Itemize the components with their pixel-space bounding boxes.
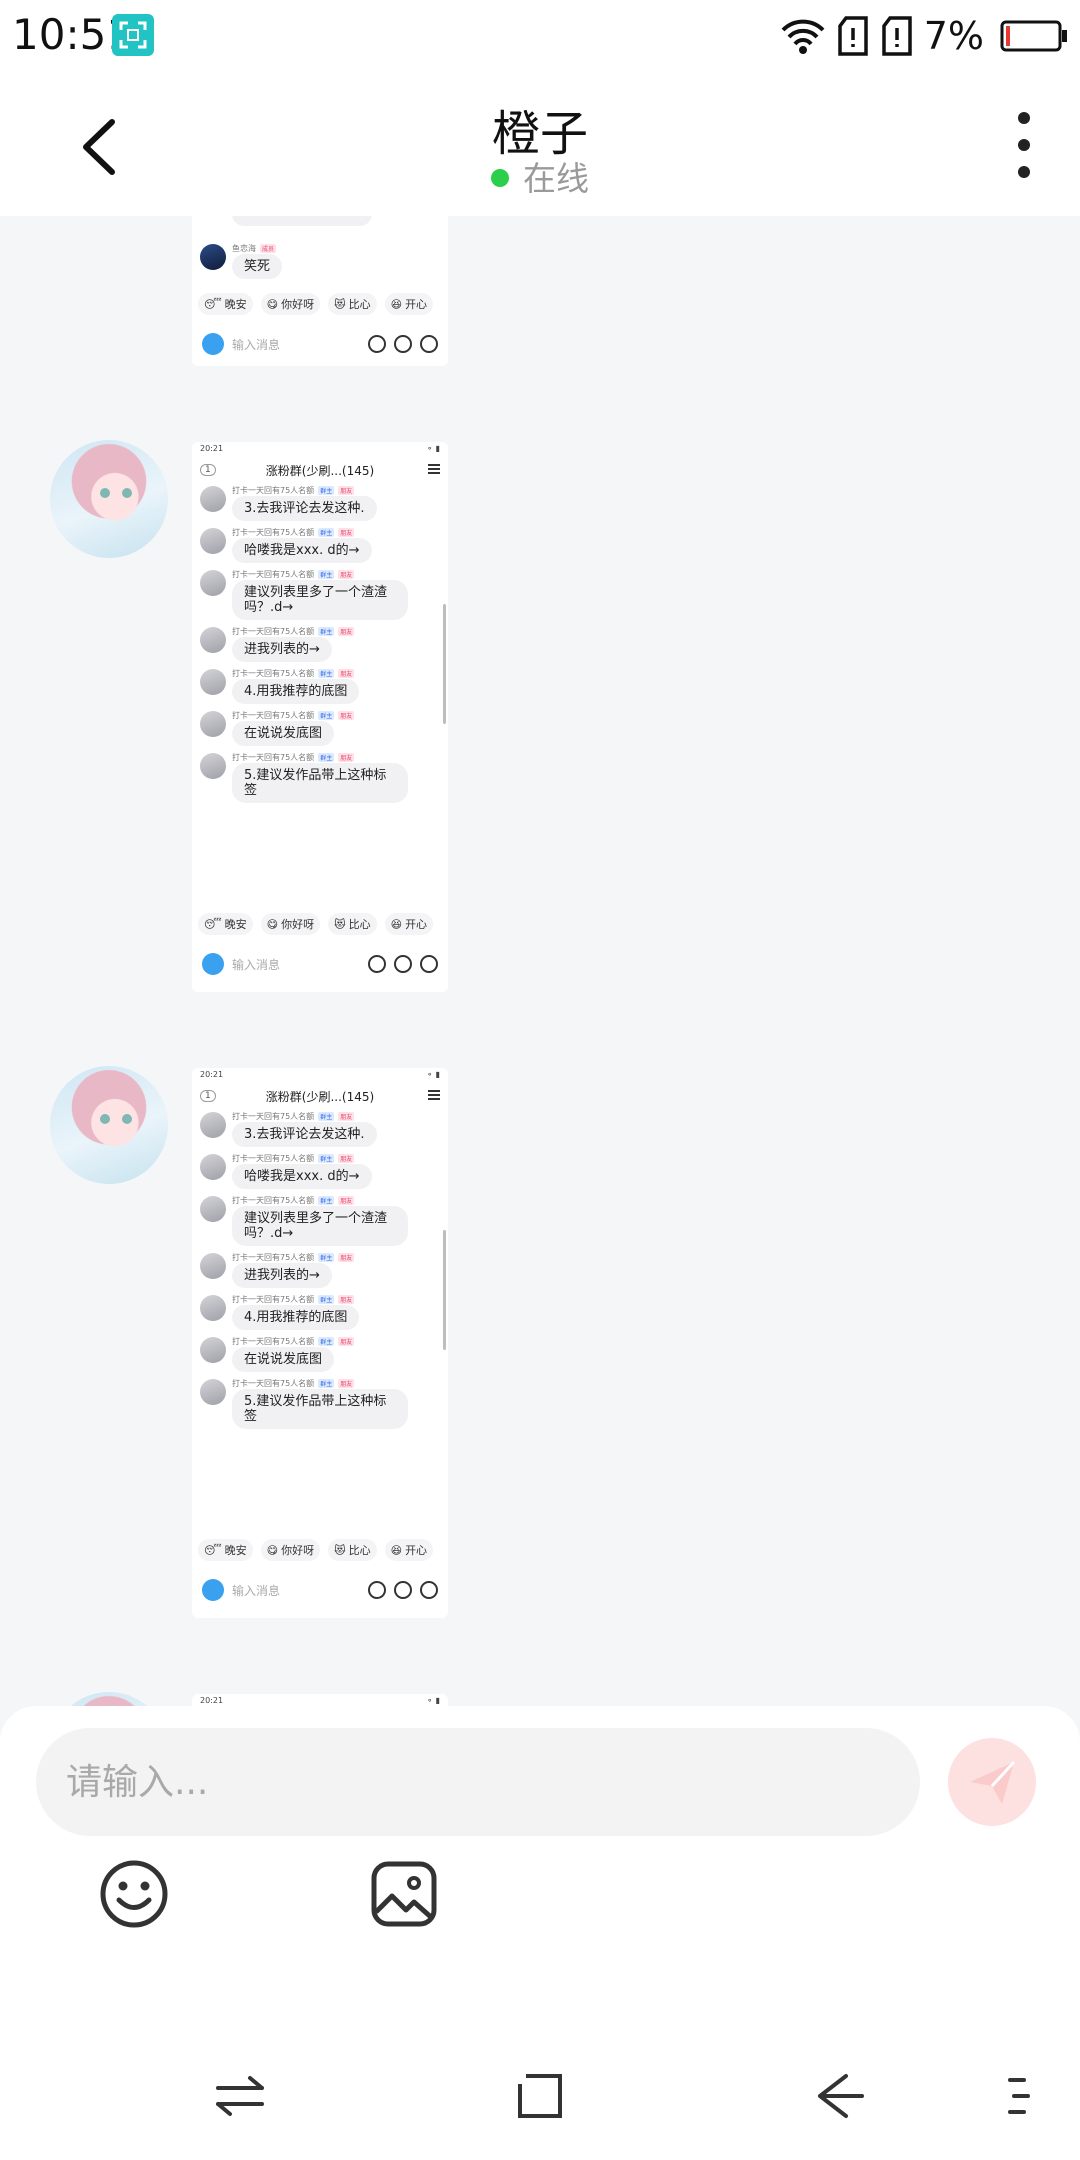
online-status: 在线: [0, 152, 1080, 200]
shot-input-placeholder: 输入消息: [232, 337, 281, 352]
scan-icon: [112, 14, 154, 56]
image-message[interactable]: 20:21 ⚬ ▮ 1 涨粉群(少刷...(145) 打卡一天回有75人名额 群主朋…: [192, 442, 448, 992]
quick-replies: 😴 晚安 😋 你好呀 😻 比心 😆 开心: [192, 904, 448, 944]
list-item: 打卡一天回有75人名额 群主 朋友 4.用我推荐的底图: [192, 1293, 448, 1330]
send-button[interactable]: [948, 1738, 1036, 1826]
shot-input-bar: 输入消息: [192, 944, 448, 984]
emoji-icon: [100, 1860, 168, 1928]
camera-icon: [202, 1579, 224, 1601]
voice-icon: [368, 1581, 386, 1599]
list-item: 打卡一天回有75人名额 群主 朋友 在说说发底图: [192, 709, 448, 746]
switch-icon: [216, 2076, 264, 2116]
camera-icon: [202, 333, 224, 355]
status-icons: 7%: [780, 14, 1068, 58]
list-item: 打卡一天回有75人名额 群主 朋友 4.用我推荐的底图: [192, 667, 448, 704]
plus-icon: [420, 955, 438, 973]
scrollbar: [443, 1230, 446, 1350]
list-item: 打卡一天回有75人名额 群主 朋友 进我列表的→: [192, 1251, 448, 1288]
shot-input-placeholder: 输入消息: [232, 957, 281, 972]
message-list[interactable]: 鱼恋海 成员 笑死 😴 晚安 😋 你好呀 😻 比心 😆 开心 输入消息 20:21 ⚬ ▮ …: [0, 216, 1080, 1706]
list-item: 打卡一天回有75人名额 群主 朋友 3.去我评论去发这种.: [192, 484, 448, 521]
camera-icon: [202, 953, 224, 975]
quick-replies: 😴 晚安 😋 你好呀 😻 比心 😆 开心: [192, 1530, 448, 1570]
image-icon: [371, 1861, 437, 1927]
shot-status-bar: 20:21 ⚬ ▮: [200, 444, 440, 453]
composer: [0, 1706, 1080, 2020]
shot-messages: 打卡一天回有75人名额 群主 朋友 3.去我评论去发这种. 打卡一天回有75人名额 群主…: [192, 484, 448, 904]
voice-icon: [368, 335, 386, 353]
avatar[interactable]: [50, 1066, 168, 1184]
shot-input-bar: 输入消息: [192, 1570, 448, 1610]
shot-status-bar: 20:21 ⚬ ▮: [200, 1696, 440, 1705]
wifi-icon: [781, 19, 825, 54]
list-item: 打卡一天回有75人名额 群主 朋友 5.建议发作品带上这种标签: [192, 1377, 448, 1429]
home-button[interactable]: [512, 2068, 568, 2124]
shot-status-bar: 20:21 ⚬ ▮: [200, 1070, 440, 1079]
list-item: 打卡一天回有75人名额 群主 朋友 建议列表里多了一个渣渣吗？.d→: [192, 568, 448, 620]
shot-input-placeholder: 输入消息: [232, 1583, 281, 1598]
avatar[interactable]: [50, 1692, 168, 1706]
scrollbar: [443, 604, 446, 724]
shot-header: 1 涨粉群(少刷...(145): [192, 456, 448, 484]
emoji-small-icon: [394, 955, 412, 973]
list-item: 打卡一天回有75人名额 群主 朋友 5.建议发作品带上这种标签: [192, 751, 448, 803]
send-icon: [970, 1760, 1016, 1804]
plus-icon: [420, 1581, 438, 1599]
image-message-partial[interactable]: 鱼恋海 成员 笑死 😴 晚安 😋 你好呀 😻 比心 😆 开心 输入消息: [192, 216, 448, 366]
image-message[interactable]: 20:21 ⚬ ▮ 1 涨粉群(少刷...(145) 打卡一天回有75人名额 群主朋…: [192, 1068, 448, 1618]
no-sim-icon: [837, 16, 868, 56]
avatar[interactable]: [50, 440, 168, 558]
emoji-button[interactable]: [96, 1856, 172, 1932]
battery-icon: [1000, 20, 1067, 52]
no-sim-icon-2: [881, 16, 912, 56]
list-item: 打卡一天回有75人名额 群主 朋友 建议列表里多了一个渣渣吗？.d→: [192, 1194, 448, 1246]
shot-input-bar: 输入消息: [192, 324, 448, 364]
home-square-icon: [518, 2074, 562, 2118]
menu-nav-button[interactable]: [1004, 2068, 1034, 2124]
online-status-text: 在线: [523, 159, 589, 198]
message-input[interactable]: [36, 1728, 920, 1836]
list-item: 打卡一天回有75人名额 群主 朋友 3.去我评论去发这种.: [192, 1110, 448, 1147]
emoji-small-icon: [394, 1581, 412, 1599]
plus-icon: [420, 335, 438, 353]
system-nav-bar: [0, 2020, 1080, 2160]
image-button[interactable]: [366, 1856, 442, 1932]
online-dot: [491, 168, 509, 187]
voice-icon: [368, 955, 386, 973]
list-item: 打卡一天回有75人名额 群主 朋友 进我列表的→: [192, 625, 448, 662]
menu-lines-icon: [1008, 2078, 1030, 2114]
list-item: 打卡一天回有75人名额 群主 朋友 哈喽我是xxx. d的→: [192, 1152, 448, 1189]
shot-header: 1 涨粉群(少刷...(145): [192, 1082, 448, 1110]
more-options-button[interactable]: [1016, 112, 1032, 178]
member-badge: 成员: [260, 243, 277, 253]
emoji-small-icon: [394, 335, 412, 353]
list-item: 打卡一天回有75人名额 群主 朋友 在说说发底图: [192, 1335, 448, 1372]
status-bar: 10:51 7%: [0, 0, 1080, 74]
more-vertical-icon: [1018, 112, 1030, 124]
quick-replies: 😴 晚安 😋 你好呀 😻 比心 😆 开心: [192, 284, 448, 324]
list-item: 鱼恋海 成员 笑死: [192, 242, 448, 279]
switch-apps-button[interactable]: [212, 2068, 268, 2124]
list-item: 打卡一天回有75人名额 群主 朋友 哈喽我是xxx. d的→: [192, 526, 448, 563]
image-message[interactable]: 20:21 ⚬ ▮: [192, 1694, 448, 1706]
chat-header: 橙子 在线: [0, 74, 1080, 216]
shot-messages: 打卡一天回有75人名额 群主 朋友 3.去我评论去发这种. 打卡一天回有75人名额 群主…: [192, 1110, 448, 1530]
back-nav-icon: [818, 2074, 864, 2118]
battery-percent: 7%: [923, 14, 984, 58]
message-text: 笑死: [232, 254, 283, 279]
back-nav-button[interactable]: [812, 2068, 868, 2124]
sender-name: 鱼恋海: [232, 243, 256, 253]
